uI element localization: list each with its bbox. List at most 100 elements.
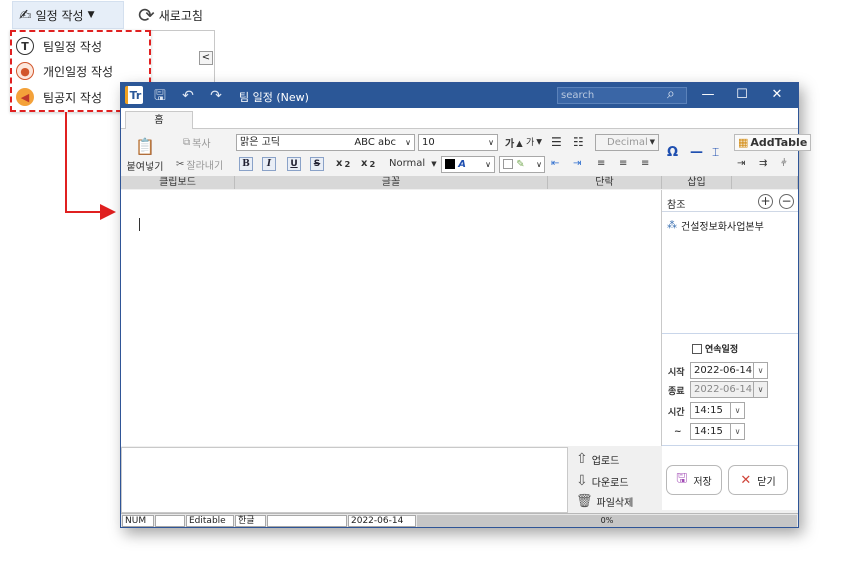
chevron-down-icon: ∨ bbox=[730, 403, 744, 418]
bullet-list-icon[interactable]: ☰ bbox=[551, 135, 562, 149]
end-time-select[interactable]: 14:15 ∨ bbox=[690, 423, 745, 440]
cut-label: 잘라내기 bbox=[186, 161, 224, 172]
tilde-label: ~ bbox=[674, 427, 682, 437]
reference-item[interactable]: ⁂ 건설정보화사업본부 bbox=[667, 218, 764, 233]
refresh-button[interactable]: ⟳ 새로고침 bbox=[132, 1, 209, 29]
reference-item-label: 건설정보화사업본부 bbox=[681, 222, 764, 233]
align-right-icon[interactable]: ≡ bbox=[641, 158, 649, 169]
insert-column-icon[interactable]: ⇥ bbox=[737, 158, 745, 169]
outdent-icon[interactable]: ⇤ bbox=[551, 158, 559, 169]
cut-button[interactable]: ✂ 잘라내기 bbox=[176, 157, 223, 172]
font-size-select[interactable]: 10 ∨ bbox=[418, 134, 498, 151]
continuous-schedule-checkbox[interactable]: 연속일정 bbox=[692, 342, 738, 355]
font-name-select[interactable]: 맑은 고딕 ABC abc ∨ bbox=[236, 134, 415, 151]
indent-icon[interactable]: ⇥ bbox=[573, 158, 581, 169]
tab-home[interactable]: 홈 bbox=[125, 111, 193, 130]
caret-down-icon: ▼ bbox=[649, 138, 655, 146]
dropdown-item-label: 팀일정 작성 bbox=[43, 39, 103, 54]
save-icon: 🖫 bbox=[676, 471, 688, 486]
page-break-icon[interactable]: ⌶ bbox=[712, 145, 719, 160]
close-button[interactable]: ✕ 닫기 bbox=[728, 465, 788, 495]
app-logo: Tr bbox=[125, 86, 143, 104]
title-bar[interactable]: Tr 🖫 ↶ ↷ 팀 일정 (New) search ⌕ — ☐ ✕ bbox=[121, 83, 798, 108]
save-label: 저장 bbox=[693, 476, 712, 488]
paste-button[interactable]: 📋 붙여넣기 bbox=[125, 137, 165, 173]
highlighter-icon: ✎ bbox=[516, 159, 525, 170]
window-title: 팀 일정 (New) bbox=[239, 91, 309, 104]
redo-icon[interactable]: ↷ bbox=[207, 87, 225, 105]
remove-reference-button[interactable]: − bbox=[779, 194, 794, 209]
subscript-icon[interactable]: x2 bbox=[336, 158, 350, 169]
text-color-select[interactable]: A ∨ bbox=[441, 156, 495, 173]
close-window-button[interactable]: ✕ bbox=[766, 86, 788, 104]
megaphone-icon: ◀ bbox=[16, 88, 34, 106]
highlight-color-select[interactable]: ✎ ∨ bbox=[499, 156, 545, 173]
undo-icon[interactable]: ↶ bbox=[179, 87, 197, 105]
dropdown-item-label: 개인일정 작성 bbox=[43, 64, 114, 79]
dropdown-item-team-schedule[interactable]: T 팀일정 작성 bbox=[16, 34, 148, 58]
continuous-schedule-label: 연속일정 bbox=[705, 345, 739, 355]
person-icon: ● bbox=[16, 62, 34, 80]
list-style-value: Decimal bbox=[607, 137, 648, 148]
copy-label: 복사 bbox=[192, 139, 211, 150]
chevron-down-icon: ∨ bbox=[753, 363, 767, 378]
insert-row-icon[interactable]: ⇉ bbox=[759, 158, 767, 169]
omega-symbol-icon[interactable]: Ω bbox=[667, 145, 678, 160]
list-style-select[interactable]: Decimal ▼ bbox=[595, 134, 659, 151]
chevron-down-icon: ∨ bbox=[753, 382, 767, 397]
group-table-label bbox=[732, 176, 798, 189]
numbered-list-icon[interactable]: ☷ bbox=[573, 135, 584, 149]
upload-button[interactable]: ⇧ 업로드 bbox=[576, 451, 619, 467]
bold-icon[interactable]: B bbox=[239, 157, 253, 171]
team-schedule-window: Tr 🖫 ↶ ↷ 팀 일정 (New) search ⌕ — ☐ ✕ 홈 📋 붙… bbox=[120, 82, 812, 528]
group-font-label: 글꼴 bbox=[235, 176, 548, 189]
maximize-button[interactable]: ☐ bbox=[731, 86, 753, 104]
refresh-icon: ⟳ bbox=[138, 3, 155, 27]
delete-file-button[interactable]: 🗑 파일삭제 bbox=[576, 494, 633, 509]
write-schedule-button[interactable]: ✍ 일정 작성 ▼ bbox=[12, 1, 124, 29]
search-icon[interactable]: ⌕ bbox=[667, 86, 675, 102]
align-center-icon[interactable]: ≡ bbox=[619, 158, 627, 169]
close-label: 닫기 bbox=[757, 476, 776, 488]
style-normal-select[interactable]: Normal ▼ bbox=[389, 158, 437, 169]
status-language: 한글 bbox=[235, 515, 266, 527]
strikethrough-icon[interactable]: S bbox=[310, 157, 324, 171]
time-label: 시간 bbox=[668, 408, 685, 418]
merge-cells-icon[interactable]: ⫩ bbox=[781, 158, 787, 169]
minimize-button[interactable]: — bbox=[697, 86, 719, 104]
copy-button[interactable]: ⧉ 복사 bbox=[183, 135, 211, 150]
attachment-list[interactable] bbox=[121, 447, 568, 513]
app-toolbar: ✍ 일정 작성 ▼ ⟳ 새로고침 bbox=[0, 0, 841, 30]
grow-font-icon[interactable]: 가 ▲ bbox=[505, 135, 523, 151]
text-color-swatch bbox=[445, 159, 455, 169]
align-left-icon[interactable]: ≡ bbox=[597, 158, 605, 169]
add-table-button[interactable]: ▦ AddTable bbox=[734, 134, 812, 151]
end-time-value: 14:15 bbox=[694, 426, 723, 437]
dropdown-item-personal-schedule[interactable]: ● 개인일정 작성 bbox=[16, 59, 148, 83]
reference-title: 참조 bbox=[667, 200, 686, 211]
save-icon[interactable]: 🖫 bbox=[151, 87, 169, 105]
checkbox-box bbox=[692, 343, 702, 354]
shrink-font-icon[interactable]: 가 ▼ bbox=[526, 135, 542, 148]
paste-label: 붙여넣기 bbox=[126, 162, 164, 173]
save-button[interactable]: 🖫 저장 bbox=[666, 465, 722, 495]
ribbon: 📋 붙여넣기 ⧉ 복사 ✂ 잘라내기 맑은 고딕 ABC abc ∨ 10 ∨ … bbox=[121, 129, 812, 189]
download-label: 다운로드 bbox=[591, 477, 629, 489]
superscript-icon[interactable]: x2 bbox=[361, 158, 375, 169]
chevron-down-icon: ∨ bbox=[488, 138, 494, 147]
italic-icon[interactable]: I bbox=[262, 157, 276, 171]
chevron-left-icon[interactable]: < bbox=[199, 51, 213, 65]
divider bbox=[662, 445, 798, 446]
start-time-select[interactable]: 14:15 ∨ bbox=[690, 402, 745, 419]
add-reference-button[interactable]: + bbox=[758, 194, 773, 209]
underline-icon[interactable]: U bbox=[287, 157, 301, 171]
download-button[interactable]: ⇩ 다운로드 bbox=[576, 473, 629, 489]
end-date-select[interactable]: 2022-06-14 ∨ bbox=[690, 381, 768, 398]
download-icon: ⇩ bbox=[576, 473, 588, 489]
copy-icon: ⧉ bbox=[183, 137, 191, 148]
content-editor[interactable] bbox=[121, 190, 662, 446]
status-num: NUM bbox=[122, 515, 154, 527]
start-date-select[interactable]: 2022-06-14 ∨ bbox=[690, 362, 768, 379]
team-t-icon: T bbox=[16, 37, 34, 55]
horizontal-line-icon[interactable]: — bbox=[690, 145, 703, 160]
